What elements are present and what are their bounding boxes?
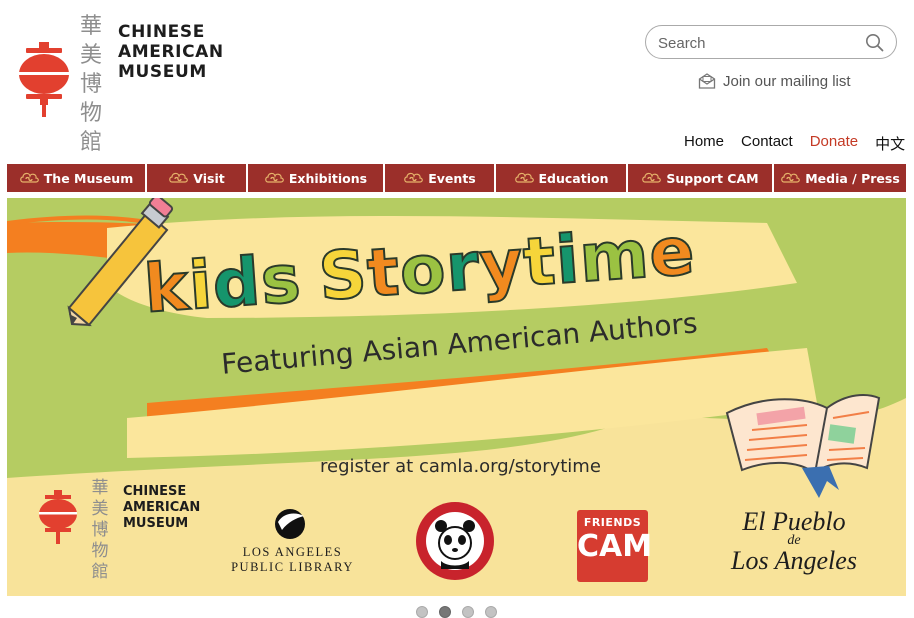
cloud-ornament-icon (404, 172, 424, 183)
nav-donate-link[interactable]: Donate (810, 133, 858, 154)
lapl-logo: LOS ANGELES PUBLIC LIBRARY (231, 545, 354, 574)
banner-register-text: register at camla.org/storytime (320, 456, 601, 477)
lantern-icon (19, 42, 69, 117)
main-nav-media-press[interactable]: Media / Press (774, 164, 906, 192)
search-box (645, 25, 897, 59)
main-nav: The Museum Visit Exhibitions Events Educ… (7, 164, 906, 192)
carousel-dot[interactable] (416, 606, 428, 618)
mailing-list-label: Join our mailing list (723, 72, 851, 90)
lapl-logo-mark (275, 509, 305, 539)
main-nav-events[interactable]: Events (385, 164, 496, 192)
logo-chinese-name: 華 美 博 物 館 (79, 14, 102, 155)
envelope-icon (698, 73, 716, 89)
utility-nav: Home Contact Donate 中文 (684, 133, 905, 154)
carousel-pagination (416, 606, 497, 618)
friends-of-cam-logo: FRIENDS CAM (577, 510, 652, 582)
el-pueblo-logo: El Pueblo de Los Angeles (731, 507, 857, 575)
mailing-list-link[interactable]: Join our mailing list (698, 71, 851, 91)
nav-contact-link[interactable]: Contact (741, 133, 793, 154)
main-nav-support-cam[interactable]: Support CAM (628, 164, 774, 192)
main-nav-education[interactable]: Education (496, 164, 628, 192)
main-nav-visit[interactable]: Visit (147, 164, 248, 192)
cloud-ornament-icon (169, 172, 189, 183)
panda-express-logo (416, 502, 494, 580)
cloud-ornament-icon (642, 172, 662, 183)
nav-chinese-language-link[interactable]: 中文 (875, 133, 905, 154)
nav-home-link[interactable]: Home (684, 133, 724, 154)
page: 華 美 博 物 館 CHINESE AMERICAN MUSEUM Join o… (0, 0, 914, 618)
cloud-ornament-icon (514, 172, 534, 183)
carousel-dot-active[interactable] (439, 606, 451, 618)
banner-cam-chinese-name: 華 美 博 物 館 (91, 478, 109, 582)
banner-cam-logo: 華 美 博 物 館 CHINESE AMERICAN MUSEUM (45, 478, 215, 582)
museum-logo[interactable]: 華 美 博 物 館 CHINESE AMERICAN MUSEUM (18, 12, 238, 155)
main-nav-the-museum[interactable]: The Museum (7, 164, 147, 192)
search-input[interactable] (658, 33, 858, 53)
cloud-ornament-icon (19, 172, 39, 183)
main-nav-exhibitions[interactable]: Exhibitions (248, 164, 385, 192)
cloud-ornament-icon (265, 172, 284, 183)
search-icon[interactable] (865, 33, 884, 52)
carousel-dot[interactable] (462, 606, 474, 618)
hero-banner[interactable]: kids Storytime Featuring Asian American … (7, 198, 906, 596)
banner-cam-english-name: CHINESE AMERICAN MUSEUM (123, 484, 201, 531)
logo-english-name: CHINESE AMERICAN MUSEUM (118, 22, 224, 82)
carousel-dot[interactable] (485, 606, 497, 618)
cloud-ornament-icon (781, 172, 801, 183)
